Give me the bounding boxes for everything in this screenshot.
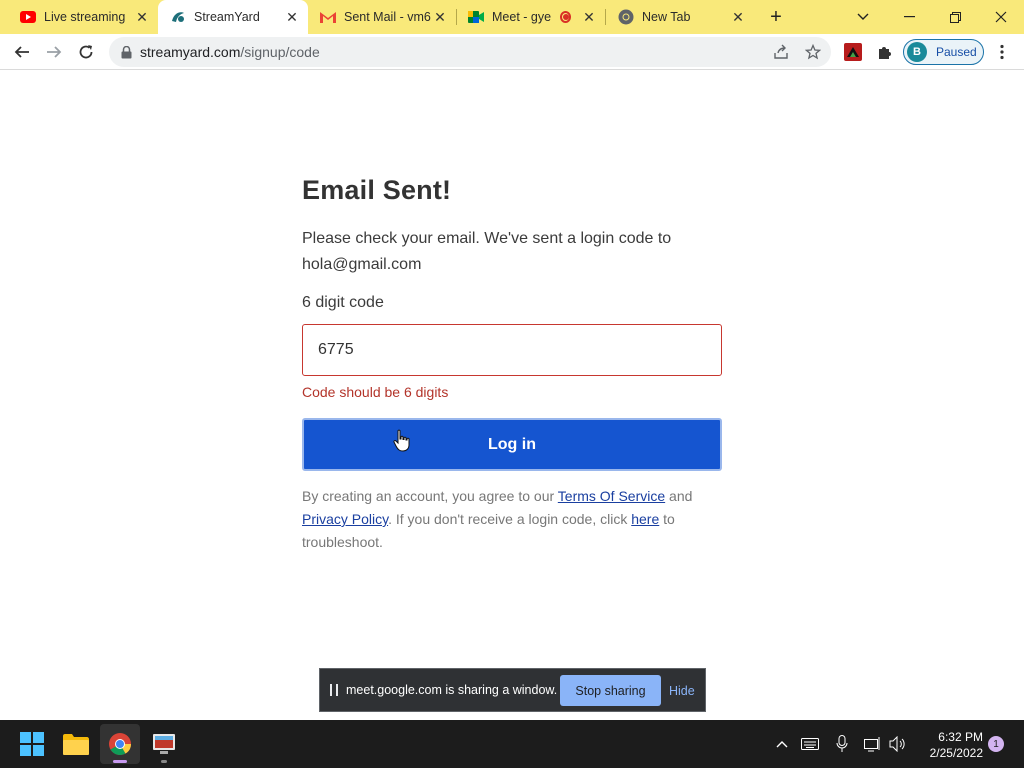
tab-title: Live streaming	[44, 10, 126, 24]
tab-title: StreamYard	[194, 10, 260, 24]
chrome-icon	[618, 9, 634, 25]
minimize-icon[interactable]	[886, 0, 932, 34]
star-icon[interactable]	[804, 43, 822, 61]
microphone-icon[interactable]	[830, 732, 854, 756]
address-bar[interactable]: streamyard.com/signup/code	[109, 37, 831, 67]
tab-gmail[interactable]: Sent Mail - vm6 ✕	[308, 0, 456, 34]
description-text: Please check your email. We've sent a lo…	[302, 230, 672, 273]
hide-button[interactable]: Hide	[669, 675, 695, 706]
keyboard-icon[interactable]	[798, 732, 822, 756]
page-content: Email Sent! Please check your email. We'…	[0, 71, 1024, 720]
clock-time: 6:32 PM	[938, 730, 983, 744]
stop-sharing-button[interactable]: Stop sharing	[560, 675, 661, 706]
kebab-menu-icon[interactable]	[992, 42, 1012, 62]
reload-icon	[79, 45, 93, 59]
tab-title: Meet - gye	[492, 10, 552, 24]
puzzle-icon[interactable]	[875, 42, 895, 62]
legal-middle: . If you don't receive a login code, cli…	[388, 511, 632, 527]
troubleshoot-link[interactable]: here	[631, 511, 659, 527]
notification-badge[interactable]: 1	[988, 736, 1004, 752]
forward-arrow-icon	[47, 46, 62, 58]
network-icon[interactable]	[861, 732, 885, 756]
code-label: 6 digit code	[302, 294, 384, 311]
youtube-icon	[20, 9, 36, 25]
file-explorer-button[interactable]	[56, 724, 96, 764]
tab-new-tab[interactable]: New Tab ✕	[606, 0, 754, 34]
tab-title: Sent Mail - vm6	[344, 10, 431, 24]
browser-toolbar: streamyard.com/signup/code B Paused	[0, 34, 1024, 70]
hand-cursor-icon	[393, 429, 410, 452]
tab-live-streaming[interactable]: Live streaming ✕	[0, 0, 158, 34]
gmail-icon	[320, 9, 336, 25]
extension-icon[interactable]	[843, 42, 863, 62]
restore-icon[interactable]	[932, 0, 978, 34]
profile-button[interactable]: B Paused	[903, 39, 984, 65]
legal-prefix: By creating an account, you agree to our	[302, 488, 558, 504]
volume-icon[interactable]	[886, 732, 910, 756]
back-button[interactable]	[8, 38, 36, 66]
system-clock[interactable]: 6:32 PM 2/25/2022	[915, 729, 983, 761]
back-arrow-icon	[14, 46, 29, 58]
active-indicator	[113, 760, 127, 763]
tab-strip: Live streaming ✕ StreamYard ✕ Sent Mail …	[0, 0, 1024, 34]
close-window-icon[interactable]	[978, 0, 1024, 34]
tab-meet[interactable]: Meet - gye ✕	[457, 0, 605, 34]
recording-icon	[560, 11, 571, 23]
close-icon[interactable]: ✕	[581, 9, 597, 25]
avatar: B	[907, 42, 927, 62]
share-icon[interactable]	[772, 43, 790, 61]
folder-icon	[63, 734, 89, 755]
lock-icon[interactable]	[121, 45, 132, 59]
login-code-card: Email Sent! Please check your email. We'…	[302, 175, 722, 554]
app-taskbar-button[interactable]	[144, 724, 184, 764]
sharing-message: meet.google.com is sharing a window.	[346, 683, 558, 697]
drag-handle-icon[interactable]	[330, 684, 338, 696]
url-path: /signup/code	[240, 44, 320, 60]
windows-icon	[20, 732, 44, 756]
streamyard-icon	[170, 9, 186, 25]
close-icon[interactable]: ✕	[284, 9, 300, 25]
close-icon[interactable]: ✕	[432, 9, 448, 25]
tab-streamyard[interactable]: StreamYard ✕	[158, 0, 308, 34]
taskbar: 6:32 PM 2/25/2022	[0, 720, 1024, 768]
close-icon[interactable]: ✕	[730, 9, 746, 25]
url-text: streamyard.com/signup/code	[140, 44, 320, 60]
chevron-up-icon[interactable]	[770, 732, 794, 756]
legal-text: By creating an account, you agree to our…	[302, 485, 722, 554]
chrome-icon	[109, 733, 131, 755]
close-icon[interactable]: ✕	[134, 9, 150, 25]
code-input[interactable]	[302, 324, 722, 376]
reload-button[interactable]	[72, 38, 100, 66]
tab-search-icon[interactable]	[840, 0, 886, 34]
start-button[interactable]	[12, 724, 52, 764]
login-button[interactable]: Log in	[302, 418, 722, 471]
profile-status: Paused	[936, 45, 977, 59]
running-indicator	[161, 760, 167, 763]
clock-date: 2/25/2022	[929, 746, 983, 760]
error-message: Code should be 6 digits	[302, 384, 449, 400]
screen-sharing-bar: meet.google.com is sharing a window. Sto…	[319, 668, 706, 712]
terms-of-service-link[interactable]: Terms Of Service	[558, 488, 665, 504]
page-title: Email Sent!	[302, 175, 452, 205]
url-host: streamyard.com	[140, 44, 241, 60]
display-app-icon	[153, 734, 175, 754]
legal-and: and	[665, 488, 693, 504]
privacy-policy-link[interactable]: Privacy Policy	[302, 511, 388, 527]
new-tab-button[interactable]: +	[764, 5, 788, 29]
chrome-taskbar-button[interactable]	[100, 724, 140, 764]
tab-title: New Tab	[642, 10, 691, 24]
forward-button[interactable]	[40, 38, 68, 66]
google-meet-icon	[468, 9, 484, 25]
